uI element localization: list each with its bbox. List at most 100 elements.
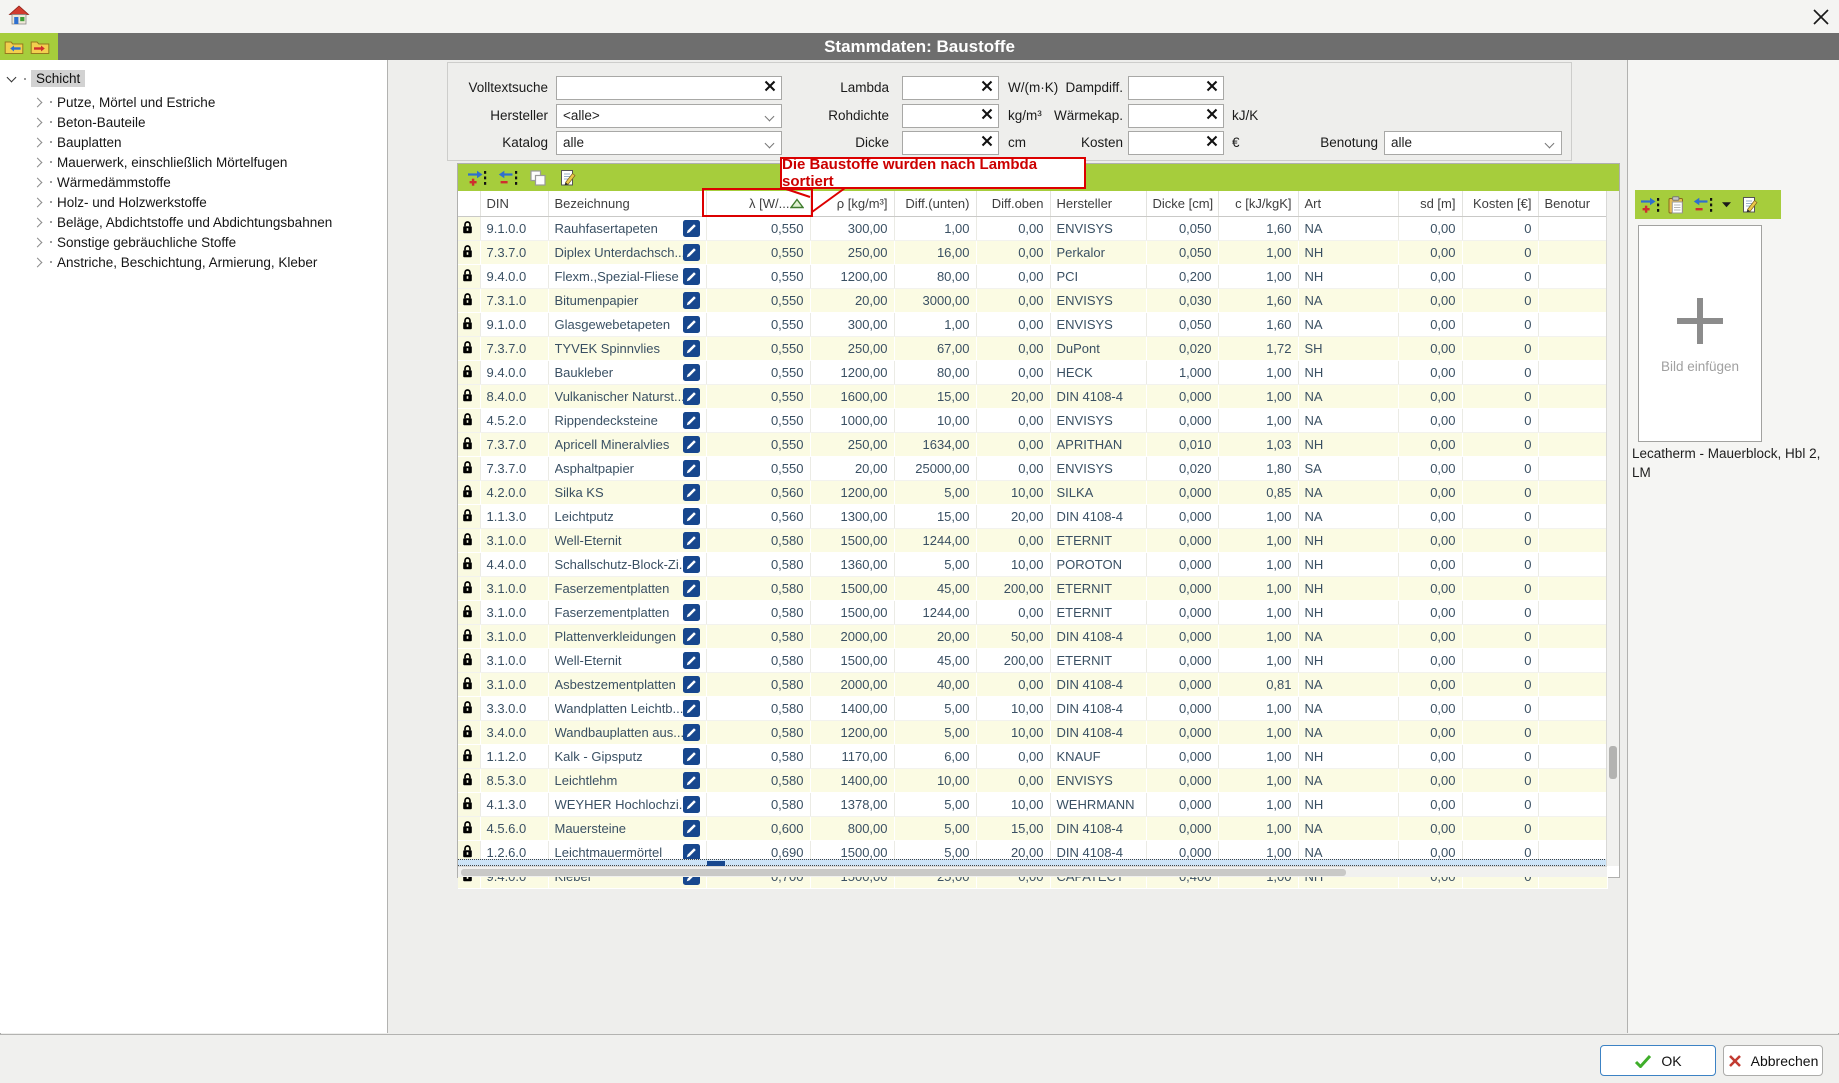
col-bezeichnung[interactable]: Bezeichnung [548, 191, 706, 217]
table-row[interactable]: 7.3.1.0 Bitumenpapier 0,550 20,00 3000,0… [458, 289, 1607, 313]
waermekap-input[interactable] [1128, 104, 1224, 128]
edit-icon[interactable] [683, 820, 700, 837]
edit-icon[interactable] [683, 340, 700, 357]
clear-waermekap-icon[interactable] [1206, 108, 1218, 124]
edit-icon[interactable] [683, 772, 700, 789]
edit-icon[interactable] [683, 244, 700, 261]
tree-node[interactable]: Mauerwerk, einschließlich Mörtelfugen [0, 152, 387, 172]
close-icon[interactable] [1812, 8, 1830, 26]
table-row[interactable]: 4.5.2.0 Rippendecksteine 0,550 1000,00 1… [458, 409, 1607, 433]
tree-node[interactable]: Wärmedämmstoffe [0, 172, 387, 192]
edit-icon[interactable] [683, 796, 700, 813]
tree-node[interactable]: Sonstige gebräuchliche Stoffe [0, 232, 387, 252]
remove-row-icon[interactable] [498, 169, 518, 187]
col-sd[interactable]: sd [m] [1398, 191, 1462, 217]
col-lambda[interactable]: λ [W/... [706, 191, 810, 217]
edit-icon[interactable] [683, 388, 700, 405]
vertical-scrollbar-thumb[interactable] [1609, 746, 1617, 779]
edit-icon[interactable] [683, 268, 700, 285]
table-row[interactable]: 8.4.0.0 Vulkanischer Naturst... 0,550 16… [458, 385, 1607, 409]
benotung-select[interactable]: alle [1384, 131, 1562, 155]
edit-icon[interactable] [683, 508, 700, 525]
table-row[interactable]: 9.4.0.0 Flexm.,Spezial-Fliese 0,550 1200… [458, 265, 1607, 289]
col-c[interactable]: c [kJ/kgK] [1218, 191, 1298, 217]
table-row[interactable]: 8.5.3.0 Leichtlehm 0,580 1400,00 10,00 0… [458, 769, 1607, 793]
clear-dampfdiff-icon[interactable] [1206, 80, 1218, 96]
edit-icon[interactable] [683, 412, 700, 429]
caret-down-icon[interactable] [1721, 201, 1732, 208]
chevron-down-icon[interactable] [7, 72, 17, 82]
kosten-input[interactable] [1128, 131, 1224, 155]
tree-node[interactable]: Putze, Mörtel und Estriche [0, 92, 387, 112]
table-row[interactable]: 3.3.0.0 Wandplatten Leichtb... 0,580 140… [458, 697, 1607, 721]
selected-row-partial[interactable] [458, 859, 1607, 866]
col-art[interactable]: Art [1298, 191, 1398, 217]
edit-icon[interactable] [683, 556, 700, 573]
table-row[interactable]: 3.1.0.0 Well-Eternit 0,580 1500,00 1244,… [458, 529, 1607, 553]
cancel-button[interactable]: Abbrechen [1723, 1045, 1823, 1076]
vertical-scrollbar[interactable] [1606, 191, 1619, 866]
col-din[interactable]: DIN [480, 191, 548, 217]
table-row[interactable]: 3.1.0.0 Plattenverkleidungen 0,580 2000,… [458, 625, 1607, 649]
edit-table-icon[interactable] [558, 169, 577, 187]
tree-node[interactable]: Bauplatten [0, 132, 387, 152]
edit-icon[interactable] [683, 676, 700, 693]
edit-icon[interactable] [683, 220, 700, 237]
edit-icon[interactable] [683, 316, 700, 333]
table-row[interactable]: 1.1.3.0 Leichtputz 0,560 1300,00 15,00 2… [458, 505, 1607, 529]
copy-row-icon[interactable] [529, 169, 547, 187]
table-row[interactable]: 4.1.3.0 WEYHER Hochlochzi... 0,580 1378,… [458, 793, 1607, 817]
open-file-icon[interactable] [4, 38, 24, 55]
table-row[interactable]: 3.1.0.0 Faserzementplatten 0,580 1500,00… [458, 601, 1607, 625]
table-row[interactable]: 3.1.0.0 Well-Eternit 0,580 1500,00 45,00… [458, 649, 1607, 673]
edit-icon[interactable] [683, 604, 700, 621]
table-row[interactable]: 4.5.6.0 Mauersteine 0,600 800,00 5,00 15… [458, 817, 1607, 841]
table-row[interactable]: 7.3.7.0 Diplex Unterdachsch... 0,550 250… [458, 241, 1607, 265]
table-row[interactable]: 7.3.7.0 Apricell Mineralvlies 0,550 250,… [458, 433, 1607, 457]
horizontal-scrollbar-thumb[interactable] [461, 869, 1346, 876]
edit-icon[interactable] [683, 580, 700, 597]
table-row[interactable]: 7.3.7.0 Asphaltpapier 0,550 20,00 25000,… [458, 457, 1607, 481]
add-row-icon[interactable] [467, 169, 487, 187]
table-row[interactable]: 3.4.0.0 Wandbauplatten aus... 0,580 1200… [458, 721, 1607, 745]
table-row[interactable]: 9.1.0.0 Rauhfasertapeten 0,550 300,00 1,… [458, 217, 1607, 241]
edit-icon[interactable] [683, 652, 700, 669]
horizontal-scrollbar[interactable] [458, 866, 1607, 877]
col-benotung[interactable]: Benotur [1538, 191, 1607, 217]
edit-icon[interactable] [683, 364, 700, 381]
edit-icon[interactable] [683, 724, 700, 741]
tree-node[interactable]: Beton-Bauteile [0, 112, 387, 132]
clear-kosten-icon[interactable] [1206, 135, 1218, 151]
col-dicke[interactable]: Dicke [cm] [1146, 191, 1218, 217]
dampfdiff-input[interactable] [1128, 76, 1224, 100]
tree-node-schicht[interactable]: Schicht [8, 68, 85, 89]
table-row[interactable]: 1.1.2.0 Kalk - Gipsputz 0,580 1170,00 6,… [458, 745, 1607, 769]
table-row[interactable]: 3.1.0.0 Asbestzementplatten 0,580 2000,0… [458, 673, 1607, 697]
col-hersteller[interactable]: Hersteller [1050, 191, 1146, 217]
add-image-icon[interactable] [1640, 196, 1660, 214]
table-row[interactable]: 4.4.0.0 Schallschutz-Block-Zi... 0,580 1… [458, 553, 1607, 577]
table-row[interactable]: 9.1.0.0 Glasgewebetapeten 0,550 300,00 1… [458, 313, 1607, 337]
table-row[interactable]: 7.3.7.0 TYVEK Spinnvlies 0,550 250,00 67… [458, 337, 1607, 361]
col-diff-unten[interactable]: Diff.(unten) [894, 191, 976, 217]
remove-image-icon[interactable] [1693, 196, 1713, 214]
edit-icon[interactable] [683, 436, 700, 453]
export-file-icon[interactable] [30, 38, 50, 55]
edit-icon[interactable] [683, 460, 700, 477]
tree-node[interactable]: Holz- und Holzwerkstoffe [0, 192, 387, 212]
paste-image-icon[interactable] [1668, 196, 1685, 214]
edit-icon[interactable] [683, 748, 700, 765]
table-row[interactable]: 3.1.0.0 Faserzementplatten 0,580 1500,00… [458, 577, 1607, 601]
table-row[interactable]: 9.4.0.0 Baukleber 0,550 1200,00 80,00 0,… [458, 361, 1607, 385]
edit-icon[interactable] [683, 532, 700, 549]
edit-icon[interactable] [683, 700, 700, 717]
tree-node[interactable]: Anstriche, Beschichtung, Armierung, Kleb… [0, 252, 387, 272]
col-kosten[interactable]: Kosten [€] [1462, 191, 1538, 217]
ok-button[interactable]: OK [1600, 1045, 1716, 1076]
image-placeholder[interactable]: Bild einfügen [1638, 225, 1762, 442]
edit-icon[interactable] [683, 292, 700, 309]
edit-image-icon[interactable] [1740, 196, 1759, 214]
col-rho[interactable]: ρ [kg/m³] [810, 191, 894, 217]
tree-node[interactable]: Beläge, Abdichtstoffe und Abdichtungsbah… [0, 212, 387, 232]
table-row[interactable]: 4.2.0.0 Silka KS 0,560 1200,00 5,00 10,0… [458, 481, 1607, 505]
